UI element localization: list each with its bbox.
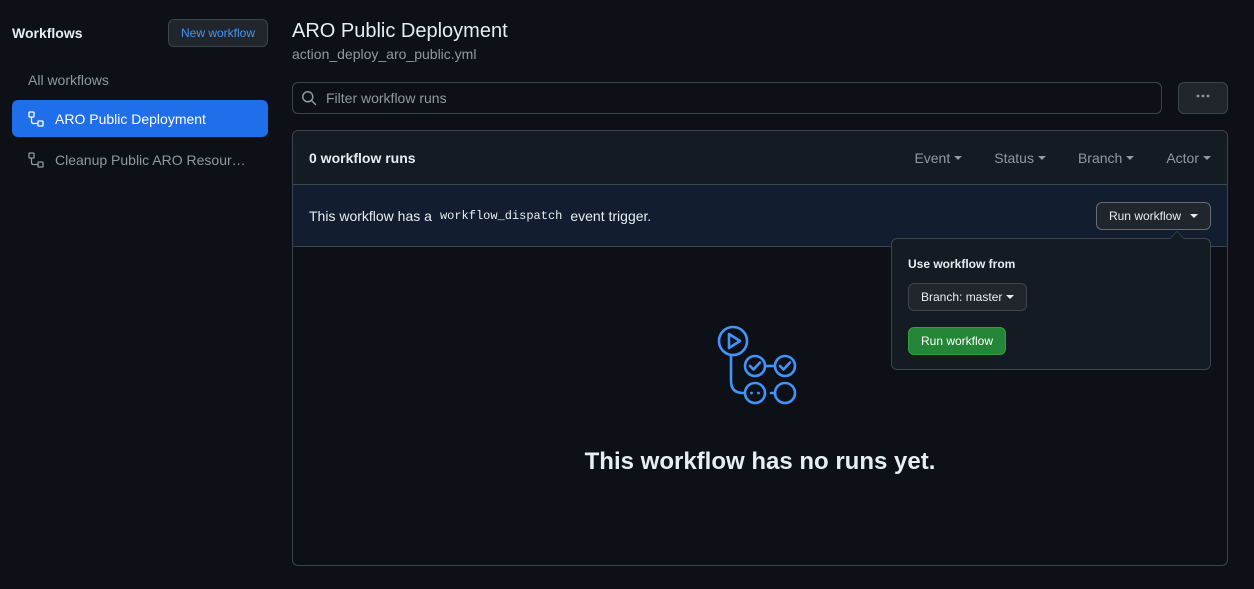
- branch-filter[interactable]: Branch: [1077, 149, 1135, 166]
- filter-label: Branch: [1077, 149, 1123, 166]
- branch-select-button[interactable]: Branch: master: [908, 283, 1028, 311]
- use-workflow-from-label: Use workflow from: [908, 257, 1016, 271]
- runs-count: 0 workflow runs: [309, 149, 416, 166]
- caret-down-icon: [1126, 155, 1135, 160]
- caret-down-icon: [1037, 155, 1046, 160]
- run-workflow-dropdown-button[interactable]: Run workflow: [1095, 202, 1211, 230]
- sidebar-item-aro-public-deployment[interactable]: ARO Public Deployment: [12, 100, 268, 137]
- filter-label: Event: [914, 149, 951, 166]
- search-icon: [301, 90, 317, 106]
- workflow-runs-empty-icon: [717, 325, 797, 405]
- popover-arrow: [1169, 231, 1185, 239]
- filter-label: Status: [994, 149, 1034, 166]
- empty-state-message: This workflow has no runs yet.: [584, 448, 936, 475]
- run-workflow-popover: Use workflow from Branch: master Run wor…: [891, 231, 1211, 370]
- runs-filters: Event Status Branch Actor: [882, 150, 1227, 166]
- caret-down-icon: [1006, 295, 1015, 299]
- main-content: ARO Public Deployment action_deploy_aro_…: [292, 18, 1228, 566]
- dispatch-code: workflow_dispatch: [439, 208, 563, 223]
- caret-down-icon: [1190, 214, 1198, 218]
- sidebar-item-cleanup-public-aro-resources[interactable]: Cleanup Public ARO Resources: [12, 141, 268, 178]
- sidebar-item-label: ARO Public Deployment: [55, 110, 206, 127]
- more-options-button[interactable]: [1178, 82, 1228, 114]
- status-filter[interactable]: Status: [994, 150, 1046, 166]
- run-workflow-submit-button[interactable]: Run workflow: [908, 327, 1006, 355]
- workflows-sidebar: Workflows New workflow All workflows ARO…: [12, 19, 268, 178]
- sidebar-item-all-workflows[interactable]: All workflows: [12, 64, 268, 96]
- sidebar-header: Workflows New workflow: [12, 19, 268, 47]
- filter-workflow-runs-input[interactable]: [326, 90, 1126, 106]
- filter-row: [292, 82, 1228, 114]
- caret-down-icon: [1203, 155, 1211, 160]
- dispatch-text-before: This workflow has a: [309, 207, 432, 224]
- workflow-file-link[interactable]: action_deploy_aro_public.yml: [292, 46, 1228, 62]
- caret-down-icon: [954, 155, 963, 160]
- new-workflow-button[interactable]: New workflow: [167, 19, 268, 47]
- kebab-horizontal-icon: [1195, 88, 1211, 109]
- runs-header: 0 workflow runs Event Status Branch Acto…: [293, 131, 1227, 185]
- filter-label: Actor: [1166, 149, 1199, 166]
- workflow-icon: [28, 110, 44, 127]
- page-title: ARO Public Deployment: [292, 20, 508, 42]
- workflow-icon: [28, 151, 44, 168]
- run-workflow-label: Run workflow: [1108, 209, 1181, 223]
- dispatch-text-after: event trigger.: [570, 207, 652, 224]
- actor-filter[interactable]: Actor: [1166, 150, 1211, 166]
- event-filter[interactable]: Event: [914, 149, 963, 166]
- filter-box[interactable]: [292, 82, 1162, 114]
- sidebar-title: Workflows: [12, 25, 83, 41]
- sidebar-item-label: Cleanup Public ARO Resources: [55, 151, 247, 168]
- branch-select-label: Branch: master: [921, 290, 1003, 304]
